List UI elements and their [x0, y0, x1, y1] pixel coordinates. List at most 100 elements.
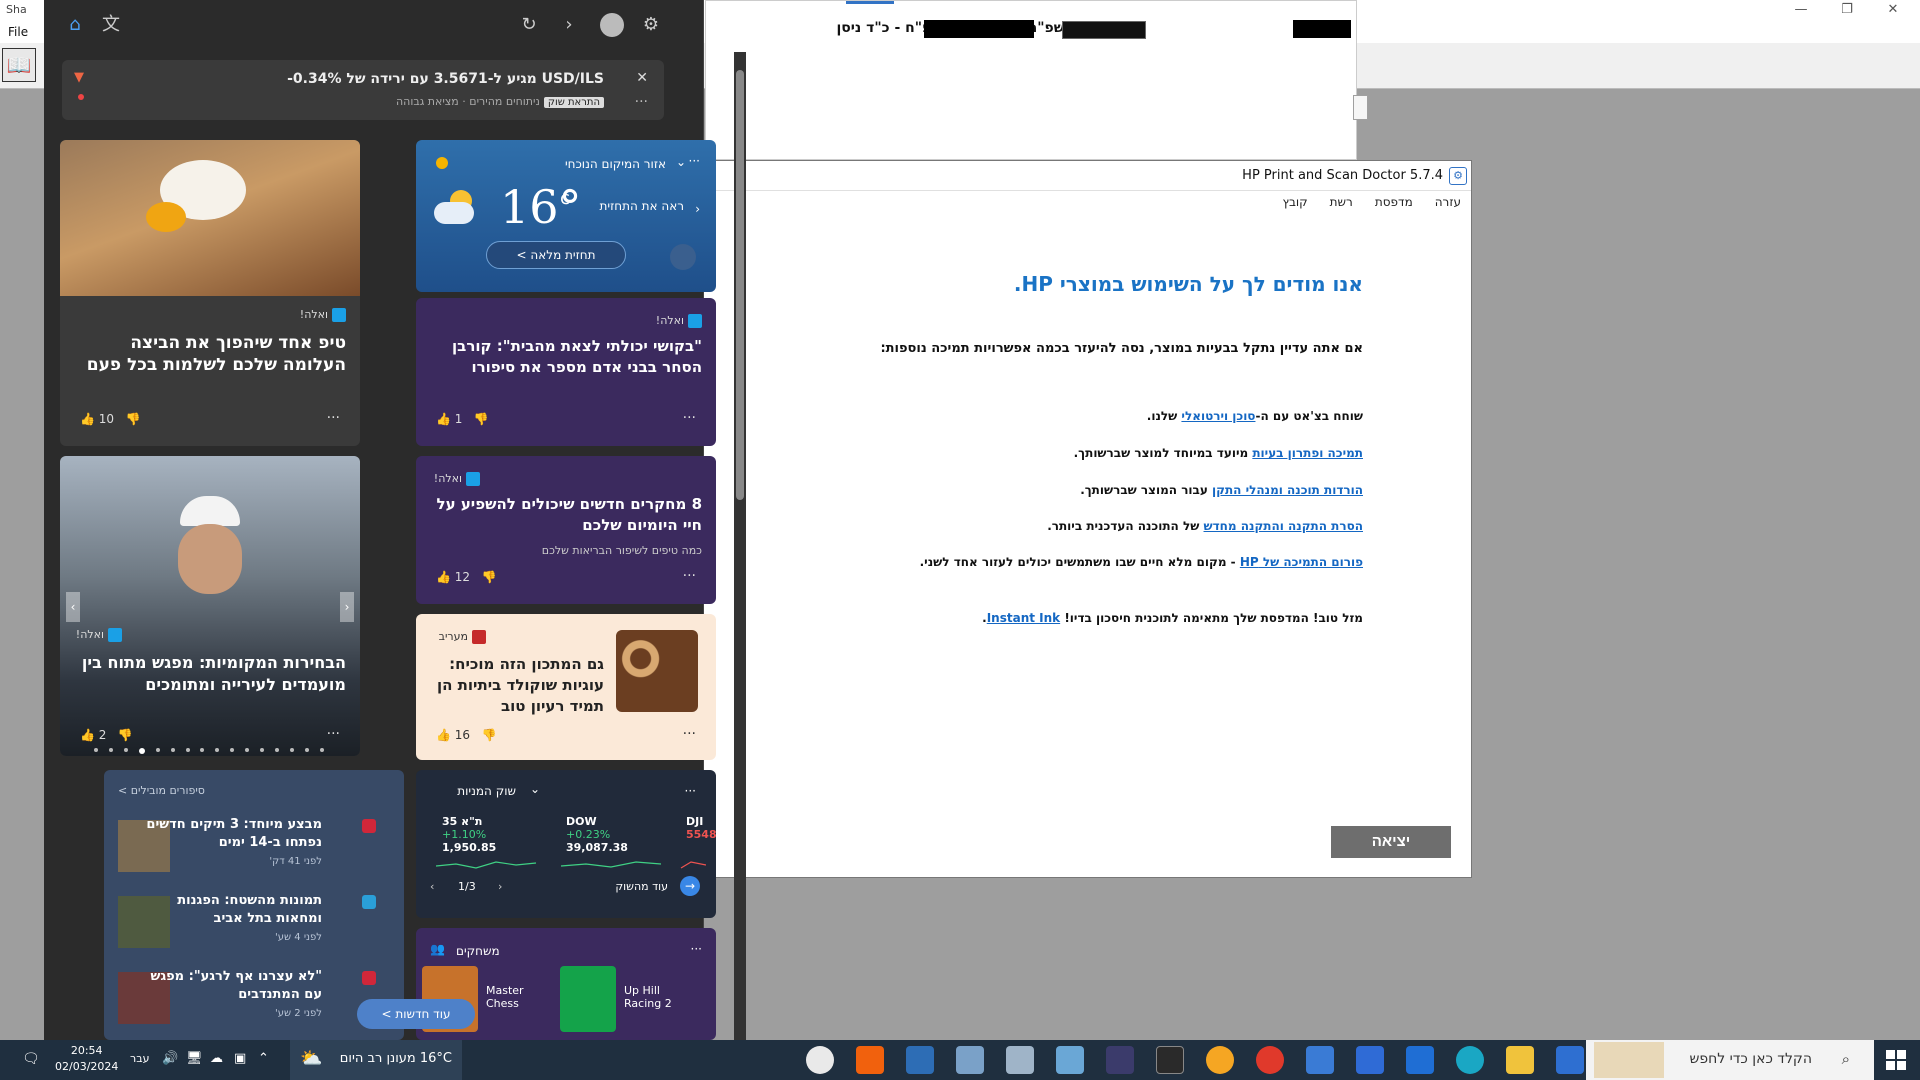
instant-ink-link[interactable]: Instant Ink: [987, 611, 1060, 625]
like-icon[interactable]: 👍: [436, 570, 451, 584]
like-icon[interactable]: 👍: [80, 728, 95, 742]
like-icon[interactable]: 👍: [436, 412, 451, 426]
weather-map-icon[interactable]: [670, 244, 696, 270]
taskbar-weather[interactable]: ⛅ 16°C מעונן רב היום: [290, 1040, 462, 1080]
clock[interactable]: 20:54 02/03/2024: [55, 1043, 118, 1075]
hp-titlebar: HP Print and Scan Doctor 5.7.4 ⚙: [701, 161, 1471, 191]
chevron-right-icon[interactable]: ›: [558, 14, 580, 36]
list-item[interactable]: תמונות מהשטח: הפגנות ומחאות בתל אביב לפנ…: [118, 892, 394, 956]
more-options-icon[interactable]: ···: [685, 784, 696, 798]
moon-app-icon[interactable]: [1156, 1046, 1184, 1074]
photos-app-icon[interactable]: [806, 1046, 834, 1074]
refresh-icon[interactable]: ↻: [518, 14, 540, 36]
avatar[interactable]: [600, 13, 624, 37]
hp-menu-network[interactable]: רשת: [1330, 195, 1353, 209]
news-card[interactable]: ‹ › ואלה! הבחירות המקומיות: מפגש מתוח בי…: [60, 456, 360, 756]
virtual-agent-link[interactable]: סוכן וירטואלי: [1181, 409, 1255, 423]
carousel-prev-button[interactable]: ‹: [66, 592, 80, 622]
side-panel-toggle[interactable]: [1353, 95, 1368, 120]
more-options-icon[interactable]: ···: [689, 154, 700, 168]
chrome-icon[interactable]: [1256, 1046, 1284, 1074]
top-stories-header[interactable]: סיפורים מובילים >: [118, 784, 205, 797]
weather-card[interactable]: אזור המיקום הנוכחי ⌄ ··· 16° c ראה את הת…: [416, 140, 716, 292]
upload-app-icon[interactable]: [1356, 1046, 1384, 1074]
software-drivers-link[interactable]: הורדות תוכנה ומנהלי התקן: [1212, 483, 1363, 497]
full-forecast-button[interactable]: תחזית מלאה >: [486, 241, 626, 269]
market-alert[interactable]: USD/ILS מגיע ל-3.5671 עם ירידה של ‎-0.34…: [62, 60, 664, 120]
news-card[interactable]: ואלה! 8 מחקרים חדשים שיכולים להשפיע על ח…: [416, 456, 716, 604]
weather-app-icon[interactable]: [1206, 1046, 1234, 1074]
hp-forum-link[interactable]: פורום התמיכה של HP: [1240, 555, 1363, 569]
chevron-down-icon[interactable]: ⌄: [530, 782, 540, 796]
close-button[interactable]: ✕: [1870, 0, 1916, 23]
news-card[interactable]: ואלה! "בקושי יכולתי לצאת מהבית": קורבן ה…: [416, 298, 716, 446]
hp-menu-help[interactable]: עזרה: [1435, 195, 1461, 209]
printer-app-icon[interactable]: [1006, 1046, 1034, 1074]
more-options-icon[interactable]: ···: [635, 94, 648, 110]
stock-item[interactable]: ת"א 35 +1.10% 1,950.85: [442, 815, 542, 854]
more-market-link[interactable]: עוד מהשוק: [615, 880, 668, 893]
chevron-up-icon[interactable]: ⌃: [258, 1051, 269, 1066]
notification-icon[interactable]: 🗨: [22, 1051, 40, 1067]
more-options-icon[interactable]: ···: [327, 410, 340, 426]
search-app-icon[interactable]: [856, 1046, 884, 1074]
like-icon[interactable]: 👍: [436, 728, 451, 742]
minimize-button[interactable]: —: [1778, 0, 1824, 23]
more-options-icon[interactable]: ···: [691, 942, 702, 956]
list-item[interactable]: מבצע מיוחד: 3 תיקים חדשים נפתחו ב-14 ימי…: [118, 816, 394, 880]
dislike-icon[interactable]: 👎: [482, 570, 497, 584]
onedrive-icon[interactable]: ☁: [210, 1051, 223, 1066]
news-card[interactable]: ואלה! טיפ אחד שיהפוך את הביצה העלומה שלכ…: [60, 140, 360, 446]
chevron-right-icon[interactable]: ›: [695, 202, 700, 216]
volume-icon[interactable]: 🔊: [162, 1051, 178, 1066]
carousel-next-button[interactable]: ›: [340, 592, 354, 622]
more-options-icon[interactable]: ···: [327, 726, 340, 742]
scrollbar[interactable]: [734, 52, 746, 1040]
remote-desktop-icon[interactable]: [906, 1046, 934, 1074]
maximize-button[interactable]: ❐: [1824, 0, 1870, 23]
file-explorer-icon[interactable]: [1506, 1046, 1534, 1074]
list-item[interactable]: "לא עצרנו אף לרגע": מפגש עם המתנדבים לפנ…: [118, 968, 394, 1032]
network-icon[interactable]: 🖥: [186, 1051, 203, 1066]
more-news-button[interactable]: עוד חדשות >: [357, 999, 475, 1029]
more-options-icon[interactable]: ···: [683, 568, 696, 584]
edge-icon[interactable]: [1456, 1046, 1484, 1074]
pager-prev-icon[interactable]: ‹: [430, 880, 434, 893]
stock-item[interactable]: DOW +0.23% 39,087.38: [566, 815, 666, 854]
gear-icon[interactable]: ⚙: [640, 14, 662, 36]
game-thumbnail[interactable]: [560, 966, 616, 1032]
search-input[interactable]: הקלד כאן כדי לחפש ⌕: [1586, 1040, 1874, 1080]
scanner-app-icon[interactable]: [956, 1046, 984, 1074]
dislike-icon[interactable]: 👎: [126, 412, 141, 426]
notes-app-icon[interactable]: [1056, 1046, 1084, 1074]
dislike-icon[interactable]: 👎: [482, 728, 497, 742]
hp-menu-file[interactable]: קובץ: [1282, 195, 1307, 209]
scroll-thumb[interactable]: [736, 70, 744, 500]
store-icon[interactable]: [1306, 1046, 1334, 1074]
exit-button[interactable]: יציאה: [1331, 826, 1451, 858]
pager-next-icon[interactable]: ›: [498, 880, 502, 893]
dislike-icon[interactable]: 👎: [118, 728, 133, 742]
device-icon[interactable]: ▣: [234, 1051, 246, 1066]
support-troubleshooting-link[interactable]: תמיכה ופתרון בעיות: [1252, 446, 1363, 460]
book-icon[interactable]: 📖: [2, 48, 36, 82]
close-icon[interactable]: ✕: [636, 70, 648, 86]
hp-doctor-app-icon[interactable]: [1106, 1046, 1134, 1074]
more-options-icon[interactable]: ···: [683, 726, 696, 742]
language-indicator[interactable]: עבר: [130, 1052, 149, 1065]
calendar-app-icon[interactable]: [1556, 1046, 1584, 1074]
arrow-right-icon[interactable]: →: [680, 876, 700, 896]
menu-file[interactable]: File: [8, 25, 28, 39]
more-options-icon[interactable]: ···: [683, 410, 696, 426]
mail-icon[interactable]: [1406, 1046, 1434, 1074]
hp-menu-printer[interactable]: מדפסת: [1375, 195, 1413, 209]
like-icon[interactable]: 👍: [80, 412, 95, 426]
news-card[interactable]: מעריב גם המתכון הזה מוכיח: עוגיות שוקולד…: [416, 614, 716, 760]
stocks-header[interactable]: שוק המניות: [457, 784, 516, 798]
dislike-icon[interactable]: 👎: [474, 412, 489, 426]
home-icon[interactable]: ⌂: [64, 14, 86, 36]
start-button[interactable]: [1886, 1050, 1906, 1070]
reinstall-link[interactable]: הסרת התקנה והתקנה מחדש: [1204, 519, 1363, 533]
chevron-down-icon[interactable]: ⌄: [676, 155, 686, 169]
translate-icon[interactable]: 文: [100, 14, 122, 36]
